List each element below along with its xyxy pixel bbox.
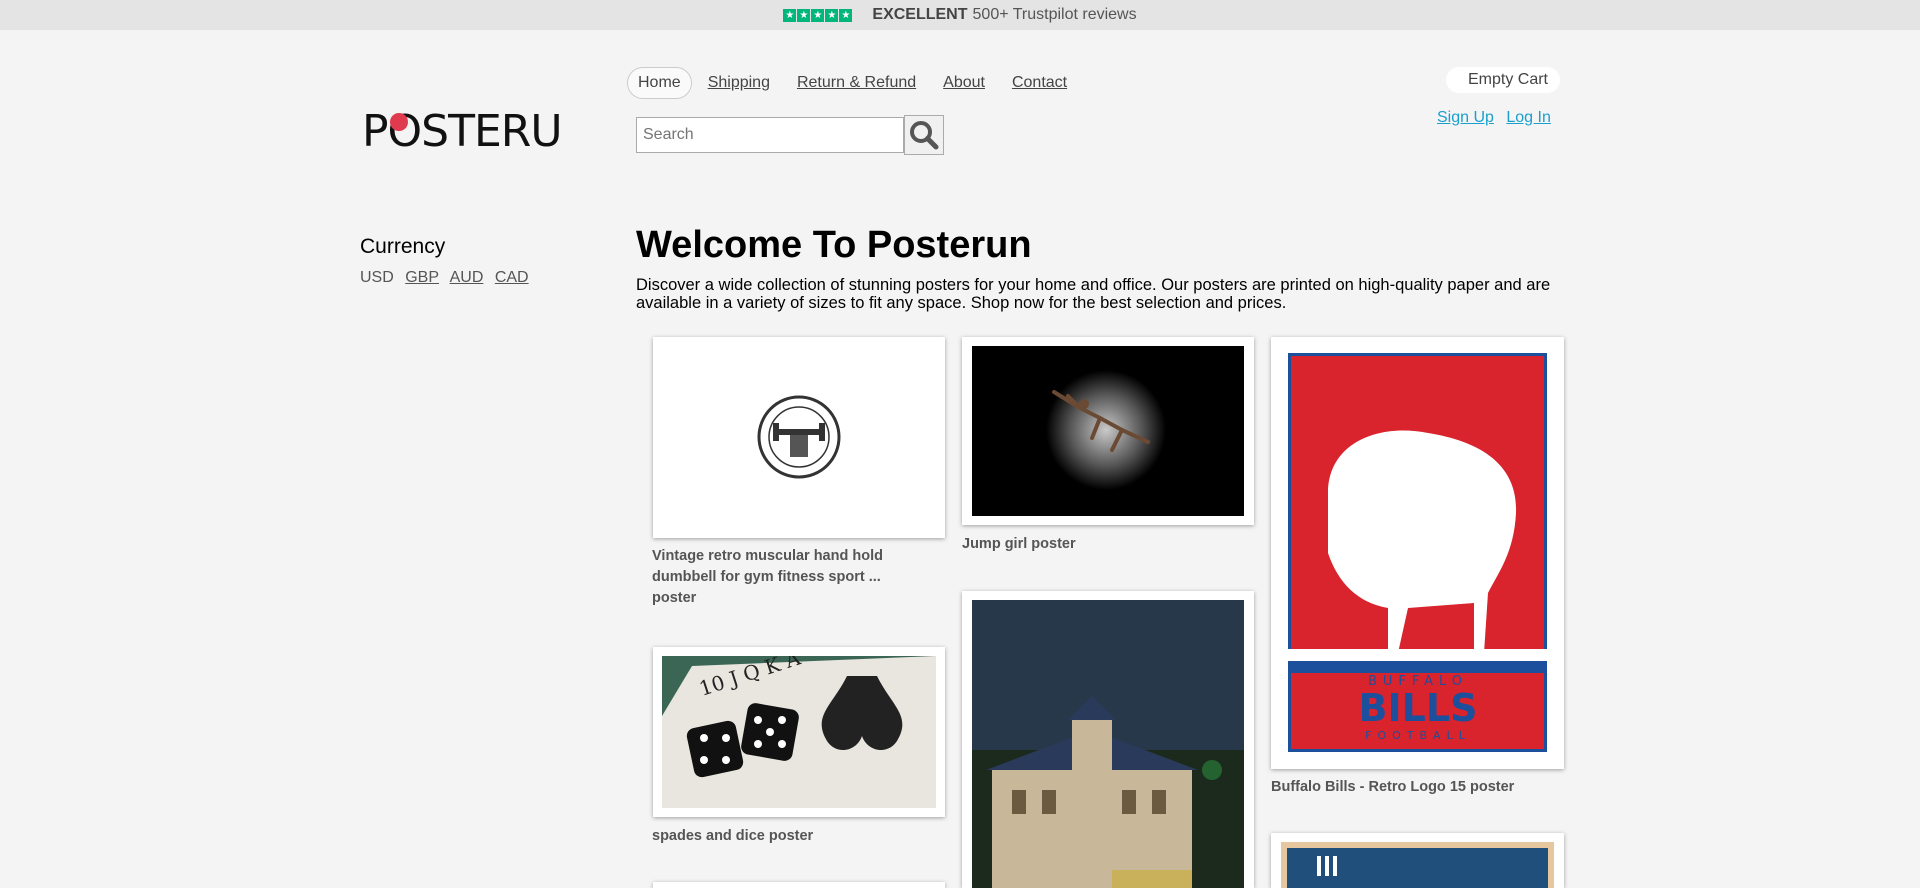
nav-home[interactable]: Home [627,67,692,99]
rating-label: EXCELLENT [872,6,968,23]
svg-text:BILLS: BILLS [1359,686,1478,730]
product-title[interactable]: spades and dice poster [652,826,813,847]
product-card[interactable]: BUFFALO BILLS FOOTBALL [1271,337,1564,769]
product-title[interactable]: Buffalo Bills - Retro Logo 15 poster [1271,777,1514,798]
star-icon: ★ [839,8,853,22]
currency-selected: USD [360,269,394,286]
product-image [972,600,1244,888]
nav-contact[interactable]: Contact [1012,74,1067,92]
star-icon: ★ [825,8,839,22]
trustpilot-bar: ★ ★ ★ ★ ★ EXCELLENT 500+ Trustpilot revi… [0,0,1920,30]
signup-link[interactable]: Sign Up [1437,109,1494,126]
currency-selector: Currency USD GBP AUD CAD [360,235,536,287]
product-title[interactable]: Vintage retro muscular hand hold dumbbel… [652,546,912,609]
currency-option-gbp[interactable]: GBP [405,269,439,286]
star-icon: ★ [783,8,797,22]
product-title[interactable]: Jump girl poster [962,534,1076,555]
product-card[interactable] [653,882,945,888]
auth-links: Sign Up Log In [1437,109,1559,127]
nav-refund[interactable]: Return & Refund [797,74,916,92]
currency-title: Currency [360,235,446,258]
page-title: Welcome To Posterun [636,224,1032,266]
product-image: 10 J Q K A [662,656,936,808]
nav-shipping[interactable]: Shipping [708,74,770,92]
cart-button[interactable]: Empty Cart [1446,67,1560,93]
currency-option-cad[interactable]: CAD [495,269,529,286]
main-nav: Home Shipping Return & Refund About Cont… [627,67,1094,99]
product-card[interactable] [962,337,1254,525]
currency-option-aud[interactable]: AUD [450,269,484,286]
product-image [653,337,945,538]
search-icon [910,121,939,150]
page-description: Discover a wide collection of stunning p… [636,276,1551,312]
search-button[interactable] [904,115,944,155]
product-card[interactable] [962,591,1254,888]
product-image [972,346,1244,516]
site-logo[interactable]: POSTERUN [362,104,594,157]
star-rating: ★ ★ ★ ★ ★ [783,8,853,22]
search-input[interactable] [636,117,904,153]
cart-label: Empty Cart [1467,71,1548,88]
star-icon: ★ [811,8,825,22]
login-link[interactable]: Log In [1506,109,1550,126]
svg-text:POSTERUN: POSTERUN [362,106,562,152]
product-image [1281,842,1554,888]
reviews-count: 500+ Trustpilot reviews [972,6,1137,23]
product-card[interactable]: 10 J Q K A [653,647,945,817]
search-bar [636,115,944,155]
product-card[interactable] [653,337,945,538]
nav-about[interactable]: About [943,74,985,92]
product-card[interactable] [1271,833,1564,888]
product-image: BUFFALO BILLS FOOTBALL [1288,353,1547,752]
welcome-section: Welcome To Posterun Discover a wide coll… [636,222,1556,312]
svg-text:FOOTBALL: FOOTBALL [1365,729,1471,742]
star-icon: ★ [797,8,811,22]
